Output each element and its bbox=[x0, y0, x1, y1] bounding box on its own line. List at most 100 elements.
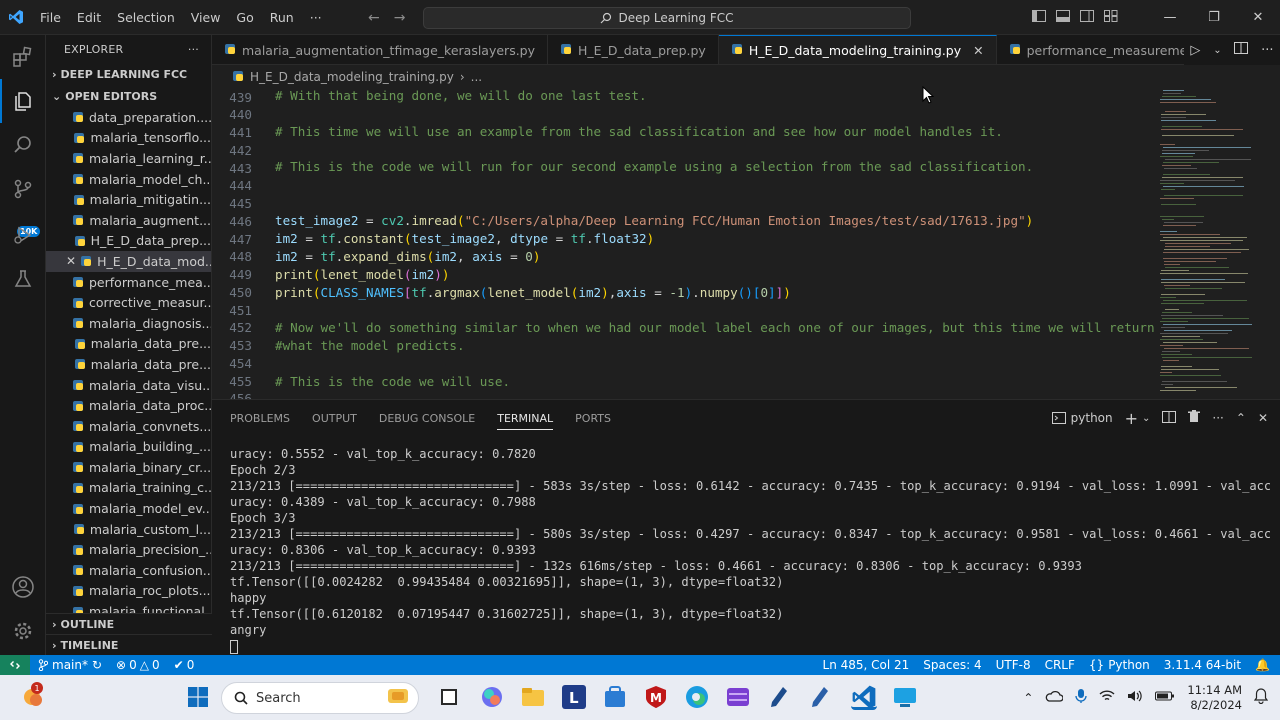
close-editor-icon[interactable]: ✕ bbox=[66, 254, 76, 268]
forward-arrow-icon[interactable]: → bbox=[394, 10, 406, 26]
open-editor-item[interactable]: H_E_D_data_prep... bbox=[46, 231, 211, 252]
menu-run[interactable]: Run bbox=[262, 0, 302, 35]
open-editor-item[interactable]: corrective_measur... bbox=[46, 292, 211, 313]
tab-problems[interactable]: PROBLEMS bbox=[230, 412, 290, 425]
source-control-icon[interactable] bbox=[0, 167, 46, 211]
open-editor-item[interactable]: malaria_mitigatin... bbox=[46, 189, 211, 210]
search-icon[interactable] bbox=[0, 123, 46, 167]
language-mode[interactable]: {} Python bbox=[1089, 658, 1150, 672]
open-editor-item[interactable]: ✕ H_E_D_data_mod... bbox=[46, 251, 211, 272]
file-explorer-icon[interactable] bbox=[520, 684, 546, 710]
open-editor-item[interactable]: malaria_diagnosis... bbox=[46, 313, 211, 334]
extensions-icon[interactable] bbox=[0, 35, 46, 79]
testing-flask-icon[interactable] bbox=[0, 257, 46, 301]
open-editors-section[interactable]: ⌄ OPEN EDITORS bbox=[46, 85, 211, 107]
chevron-up-icon[interactable]: ⌃ bbox=[1023, 691, 1033, 705]
workspace-section[interactable]: › DEEP LEARNING FCC bbox=[46, 63, 211, 85]
system-clock[interactable]: 11:14 AM 8/2/2024 bbox=[1187, 683, 1242, 713]
maximize-panel-chevron-up-icon[interactable]: ⌃ bbox=[1236, 411, 1246, 425]
open-editor-item[interactable]: malaria_binary_cr... bbox=[46, 457, 211, 478]
edge-browser-icon[interactable] bbox=[684, 684, 710, 710]
cursor-position[interactable]: Ln 485, Col 21 bbox=[823, 658, 910, 672]
lexicon-app-icon[interactable]: L bbox=[561, 684, 587, 710]
open-editor-item[interactable]: malaria_tensorflo... bbox=[46, 128, 211, 149]
restore-icon[interactable]: ❐ bbox=[1192, 0, 1236, 35]
open-editor-item[interactable]: malaria_model_ev... bbox=[46, 498, 211, 519]
tab-output[interactable]: OUTPUT bbox=[312, 412, 357, 425]
code-editor[interactable]: 439 440 441 442 443 444 445 446 447 448 449 450 451 4… bbox=[212, 88, 1156, 399]
new-terminal-plus-icon[interactable]: + bbox=[1125, 409, 1138, 428]
breadcrumb-more[interactable]: ... bbox=[471, 70, 482, 84]
indentation[interactable]: Spaces: 4 bbox=[923, 658, 981, 672]
open-editor-item[interactable]: malaria_precision_... bbox=[46, 539, 211, 560]
menu-more[interactable]: ··· bbox=[302, 0, 330, 35]
more-actions-icon[interactable]: ··· bbox=[188, 43, 199, 56]
tab-malaria-augmentation[interactable]: malaria_augmentation_tfimage_keraslayers… bbox=[212, 35, 549, 64]
open-editor-item[interactable]: malaria_convnets.... bbox=[46, 416, 211, 437]
menu-file[interactable]: File bbox=[32, 0, 69, 35]
more-actions-icon[interactable]: ··· bbox=[1212, 411, 1223, 425]
menu-edit[interactable]: Edit bbox=[69, 0, 109, 35]
tab-terminal[interactable]: TERMINAL bbox=[497, 412, 554, 430]
split-terminal-icon[interactable] bbox=[1162, 410, 1177, 426]
minimize-icon[interactable]: — bbox=[1148, 0, 1192, 35]
back-arrow-icon[interactable]: ← bbox=[368, 10, 380, 26]
remote-indicator-icon[interactable] bbox=[0, 655, 30, 675]
tab-debug-console[interactable]: DEBUG CONSOLE bbox=[379, 412, 475, 425]
menu-selection[interactable]: Selection bbox=[109, 0, 183, 35]
open-editor-item[interactable]: malaria_augment... bbox=[46, 210, 211, 231]
chevron-down-icon[interactable]: ⌄ bbox=[1213, 45, 1221, 56]
open-editor-item[interactable]: malaria_data_pre... bbox=[46, 334, 211, 355]
chevron-down-icon[interactable]: ⌄ bbox=[1142, 413, 1150, 424]
open-editor-item[interactable]: malaria_roc_plots.... bbox=[46, 581, 211, 602]
toggle-secondary-sidebar-icon[interactable] bbox=[1080, 10, 1094, 25]
run-debug-icon[interactable] bbox=[0, 213, 46, 257]
breadcrumb-file[interactable]: H_E_D_data_modeling_training.py bbox=[250, 70, 454, 84]
open-editor-item[interactable]: malaria_data_visu... bbox=[46, 375, 211, 396]
wifi-icon[interactable] bbox=[1099, 690, 1115, 705]
trash-icon[interactable] bbox=[1188, 410, 1201, 426]
toggle-primary-sidebar-icon[interactable] bbox=[1032, 10, 1046, 25]
open-editor-item[interactable]: malaria_data_pre... bbox=[46, 354, 211, 375]
notifications-bell-icon[interactable] bbox=[1253, 688, 1269, 707]
tab-hed-data-prep[interactable]: H_E_D_data_prep.py bbox=[548, 35, 719, 64]
encoding[interactable]: UTF-8 bbox=[996, 658, 1031, 672]
remote-desktop-icon[interactable] bbox=[892, 684, 918, 710]
problems-indicator[interactable]: ⊗ 0 △ 0 bbox=[116, 658, 160, 672]
windows-start-icon[interactable] bbox=[188, 687, 208, 710]
toggle-panel-icon[interactable] bbox=[1056, 10, 1070, 25]
outline-section[interactable]: › OUTLINE bbox=[46, 613, 212, 635]
open-editor-item[interactable]: malaria_data_proc... bbox=[46, 395, 211, 416]
explorer-icon[interactable] bbox=[0, 79, 46, 123]
python-interpreter[interactable]: 3.11.4 64-bit bbox=[1164, 658, 1241, 672]
branch-indicator[interactable]: main* ↻ bbox=[38, 658, 102, 672]
close-panel-icon[interactable]: ✕ bbox=[1258, 411, 1268, 425]
more-actions-icon[interactable]: ··· bbox=[1261, 43, 1273, 58]
battery-icon[interactable] bbox=[1155, 690, 1175, 705]
open-editor-item[interactable]: performance_mea... bbox=[46, 272, 211, 293]
notifications-bell-icon[interactable]: 🔔 bbox=[1255, 658, 1270, 672]
timeline-section[interactable]: › TIMELINE bbox=[46, 634, 212, 656]
ports-indicator[interactable]: ✔ 0 bbox=[174, 658, 195, 672]
task-view-icon[interactable] bbox=[436, 684, 462, 710]
pen-app-2-icon[interactable] bbox=[807, 684, 833, 710]
accounts-icon[interactable] bbox=[0, 565, 46, 609]
open-editor-item[interactable]: data_preparation.... bbox=[46, 107, 211, 128]
pen-app-icon[interactable] bbox=[766, 684, 792, 710]
copilot-icon[interactable] bbox=[479, 684, 505, 710]
open-editor-item[interactable]: malaria_model_ch... bbox=[46, 169, 211, 190]
split-editor-icon[interactable] bbox=[1234, 42, 1249, 58]
volume-icon[interactable] bbox=[1127, 690, 1143, 705]
mcafee-icon[interactable]: M bbox=[643, 684, 669, 710]
tab-ports[interactable]: PORTS bbox=[575, 412, 611, 425]
vscode-taskbar-icon[interactable] bbox=[851, 684, 877, 710]
onedrive-cloud-icon[interactable] bbox=[1045, 690, 1064, 705]
open-editor-item[interactable]: malaria_training_c... bbox=[46, 478, 211, 499]
line-ending[interactable]: CRLF bbox=[1045, 658, 1075, 672]
menu-go[interactable]: Go bbox=[228, 0, 261, 35]
open-editor-item[interactable]: malaria_building_... bbox=[46, 437, 211, 458]
command-center-search[interactable]: Deep Learning FCC bbox=[423, 7, 911, 29]
video-editor-icon[interactable] bbox=[725, 684, 751, 710]
tab-hed-data-modeling-training[interactable]: H_E_D_data_modeling_training.py ✕ bbox=[718, 35, 997, 64]
run-file-icon[interactable]: ▷ bbox=[1190, 43, 1200, 58]
